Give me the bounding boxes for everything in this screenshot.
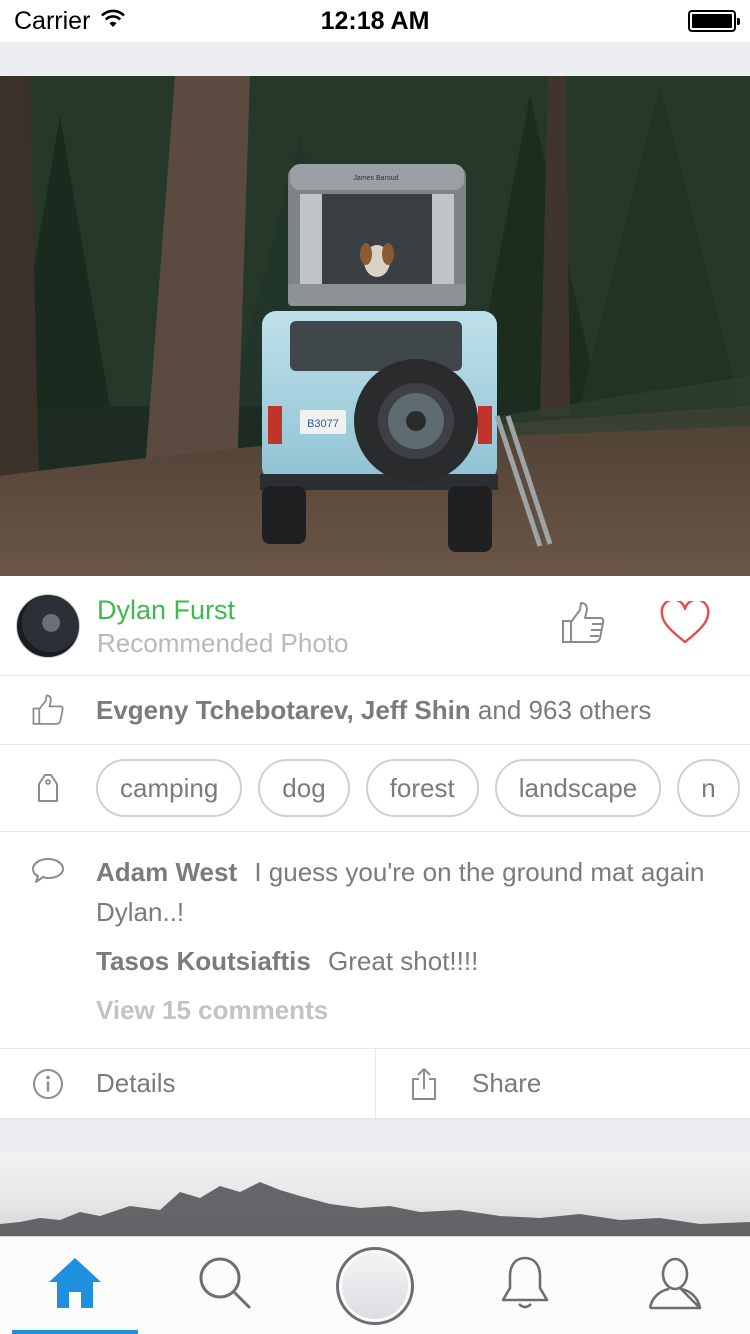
view-comments-link[interactable]: View 15 comments bbox=[96, 990, 716, 1030]
bell-icon bbox=[499, 1254, 551, 1317]
status-bar: Carrier 12:18 AM bbox=[0, 0, 750, 42]
likes-rest[interactable]: and 963 others bbox=[471, 695, 651, 725]
comment-author[interactable]: Adam West bbox=[96, 857, 237, 887]
comment-list: Adam West I guess you're on the ground m… bbox=[96, 852, 716, 1030]
author-actions bbox=[558, 598, 710, 650]
post-photo[interactable]: James Baroud B3077 bbox=[0, 76, 750, 576]
thumbs-up-icon bbox=[0, 694, 96, 726]
tag-chip[interactable]: n bbox=[677, 759, 740, 817]
comment-author[interactable]: Tasos Koutsiaftis bbox=[96, 946, 311, 976]
likes-text: Evgeny Tchebotarev, Jeff Shin and 963 ot… bbox=[96, 695, 651, 726]
search-icon bbox=[197, 1255, 253, 1316]
wifi-icon bbox=[100, 7, 126, 36]
comments-row: Adam West I guess you're on the ground m… bbox=[0, 832, 750, 1049]
share-label: Share bbox=[472, 1068, 542, 1098]
tag-chip[interactable]: camping bbox=[96, 759, 243, 817]
status-left: Carrier bbox=[14, 7, 126, 36]
post-card: James Baroud B3077 Dylan Furst Recommend… bbox=[0, 76, 750, 1118]
author-row: Dylan Furst Recommended Photo bbox=[0, 576, 750, 676]
tag-chip[interactable]: dog bbox=[258, 759, 350, 817]
profile-icon bbox=[647, 1256, 703, 1315]
share-icon bbox=[376, 1067, 472, 1101]
details-button[interactable]: Details bbox=[0, 1049, 375, 1118]
tab-bar bbox=[0, 1236, 750, 1334]
thumbs-up-icon bbox=[560, 601, 606, 650]
author-text: Dylan Furst Recommended Photo bbox=[97, 594, 348, 658]
license-plate: B3077 bbox=[307, 418, 339, 430]
tag-icon bbox=[0, 772, 96, 804]
like-button[interactable] bbox=[558, 601, 608, 650]
heart-icon bbox=[660, 598, 710, 650]
tag-list: camping dog forest landscape n bbox=[96, 759, 740, 817]
share-button[interactable]: Share bbox=[375, 1049, 750, 1118]
battery-icon bbox=[688, 10, 740, 32]
tent-brand: James Baroud bbox=[353, 175, 398, 182]
author-subtitle: Recommended Photo bbox=[97, 627, 349, 658]
home-icon bbox=[47, 1256, 103, 1315]
author-name[interactable]: Dylan Furst bbox=[97, 594, 348, 626]
comment: Adam West I guess you're on the ground m… bbox=[96, 852, 716, 932]
likes-row[interactable]: Evgeny Tchebotarev, Jeff Shin and 963 ot… bbox=[0, 676, 750, 745]
info-icon bbox=[0, 1068, 96, 1100]
next-post-photo[interactable] bbox=[0, 1152, 750, 1236]
avatar[interactable] bbox=[16, 593, 80, 658]
tab-home[interactable] bbox=[0, 1237, 150, 1334]
tag-chip[interactable]: forest bbox=[365, 759, 479, 817]
post-actions: Details Share bbox=[0, 1049, 750, 1118]
capture-button[interactable] bbox=[336, 1246, 414, 1325]
carrier-label: Carrier bbox=[14, 6, 91, 35]
tags-row: camping dog forest landscape n bbox=[0, 745, 750, 832]
comment: Tasos Koutsiaftis Great shot!!!! bbox=[96, 941, 716, 981]
tab-search[interactable] bbox=[150, 1237, 300, 1334]
tab-notifications[interactable] bbox=[450, 1237, 600, 1334]
tab-capture[interactable] bbox=[300, 1237, 450, 1334]
tag-chip[interactable]: landscape bbox=[494, 759, 662, 817]
details-label: Details bbox=[96, 1068, 176, 1098]
tab-profile[interactable] bbox=[600, 1237, 750, 1334]
comment-text: Great shot!!!! bbox=[328, 946, 479, 976]
comment-icon bbox=[0, 852, 96, 884]
favorite-button[interactable] bbox=[660, 598, 710, 650]
likes-names[interactable]: Evgeny Tchebotarev, Jeff Shin bbox=[96, 695, 471, 725]
